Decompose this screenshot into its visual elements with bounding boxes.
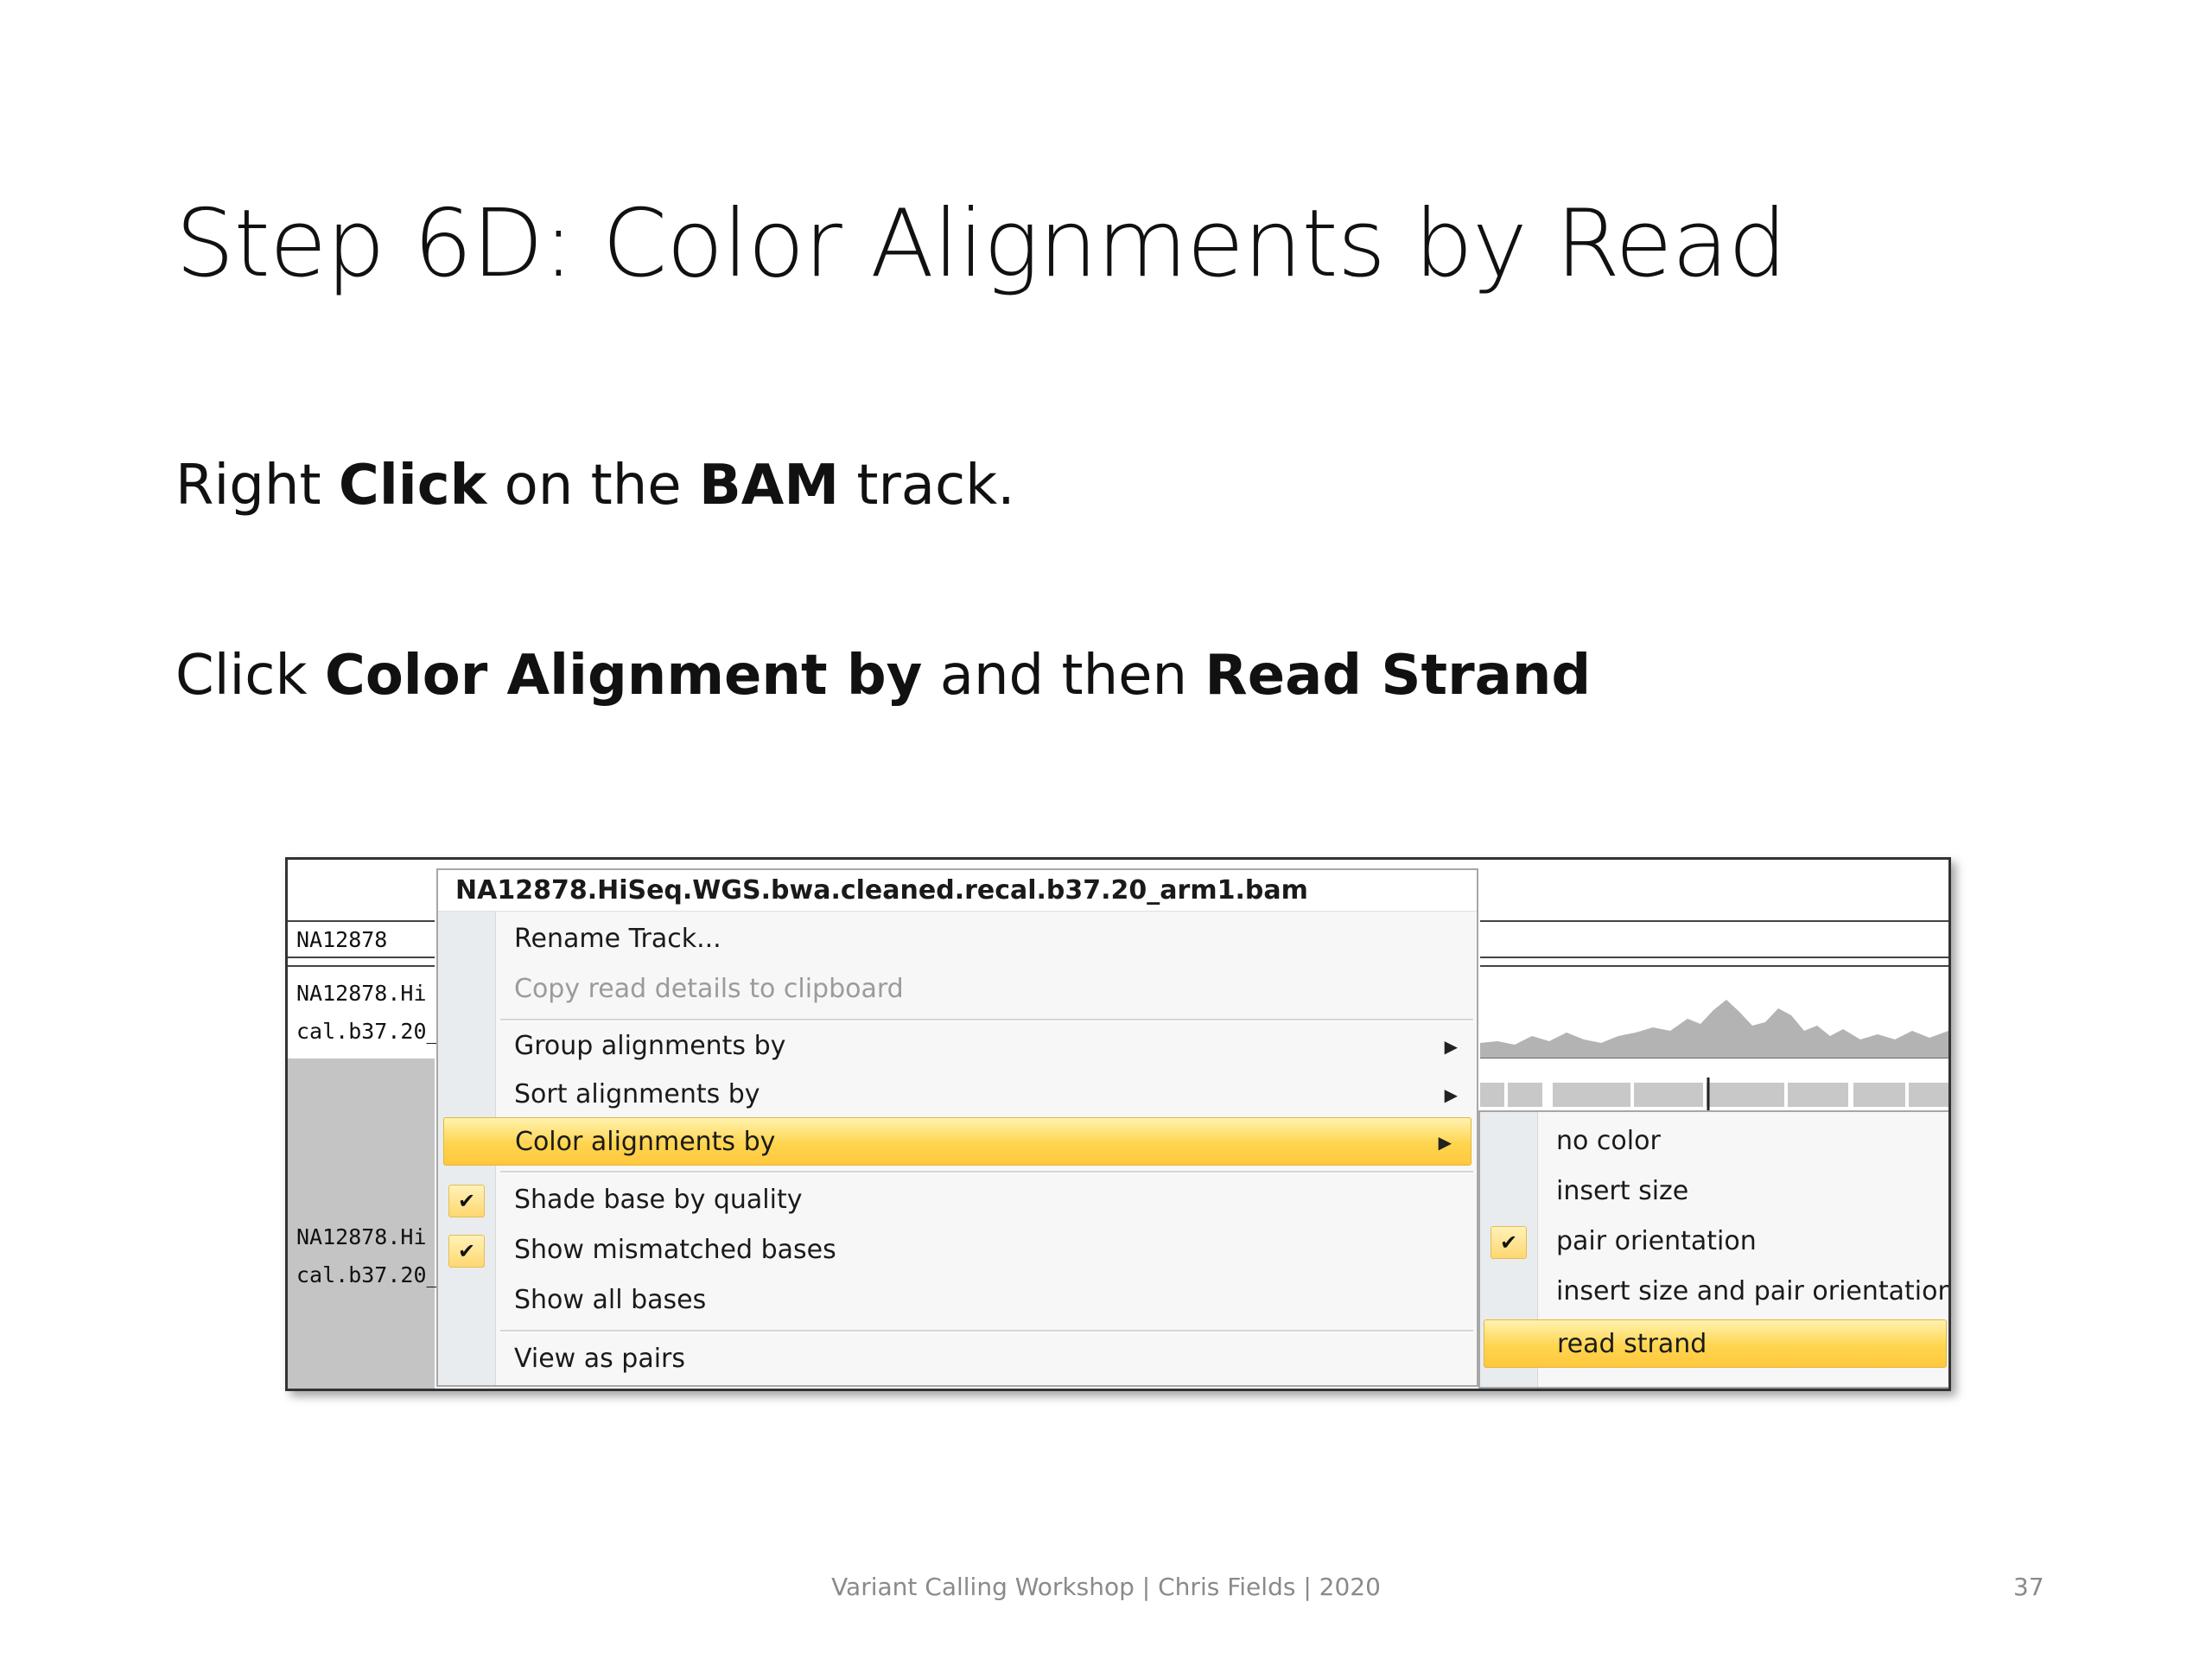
menu-item-sort-alignments-by[interactable]: Sort alignments by ▶: [438, 1071, 1477, 1119]
text: track.: [839, 454, 1015, 518]
menu-item-label: pair orientation: [1556, 1226, 1757, 1256]
menu-track-title: NA12878.HiSeq.WGS.bwa.cleaned.recal.b37.…: [438, 870, 1477, 912]
submenu-item-insert-size-and-pair-orientation[interactable]: insert size and pair orientation: [1480, 1268, 1951, 1316]
emphasis-color-alignment-by: Color Alignment by: [324, 644, 923, 708]
divider: [288, 957, 435, 958]
triangle-right-icon: ▶: [1444, 1084, 1458, 1105]
track-name-alignment-1[interactable]: NA12878.Hi: [296, 1224, 427, 1249]
slide-title: Step 6D: Color Alignments by Read: [175, 190, 1787, 298]
menu-item-label: no color: [1556, 1126, 1661, 1156]
menu-item-label: Group alignments by: [514, 1031, 786, 1061]
instruction-color-alignment: Click Color Alignment by and then Read S…: [175, 644, 1591, 708]
submenu-item-read-strand[interactable]: read strand: [1484, 1319, 1947, 1368]
track-context-menu: NA12878.HiSeq.WGS.bwa.cleaned.recal.b37.…: [436, 868, 1478, 1387]
menu-item-label: Copy read details to clipboard: [514, 974, 904, 1004]
menu-item-shade-base-by-quality[interactable]: ✔ Shade base by quality: [438, 1176, 1477, 1224]
track-name-sample[interactable]: NA12878: [296, 927, 387, 952]
divider: [288, 920, 435, 922]
text: on the: [486, 454, 699, 518]
alignment-track-name-area[interactable]: [288, 1058, 435, 1389]
text: and then: [922, 644, 1205, 708]
text: Right: [175, 454, 339, 518]
menu-item-group-alignments-by[interactable]: Group alignments by ▶: [438, 1022, 1477, 1071]
menu-item-label: Show mismatched bases: [514, 1235, 836, 1265]
menu-item-label: read strand: [1557, 1329, 1707, 1359]
menu-separator: [500, 1019, 1473, 1021]
coverage-track[interactable]: [1480, 946, 1948, 1058]
divider: [1480, 920, 1948, 922]
menu-item-view-as-pairs[interactable]: View as pairs: [438, 1335, 1477, 1383]
menu-item-label: Rename Track...: [514, 924, 721, 954]
slide-footer: Variant Calling Workshop | Chris Fields …: [831, 1573, 1381, 1601]
text: Click: [175, 644, 325, 708]
menu-item-label: Sort alignments by: [514, 1079, 760, 1109]
track-name-alignment-2[interactable]: cal.b37.20_: [296, 1262, 440, 1287]
menu-item-color-alignments-by[interactable]: Color alignments by ▶: [443, 1117, 1471, 1166]
menu-item-show-all-bases[interactable]: Show all bases: [438, 1276, 1477, 1325]
igv-screenshot: NA12878 NA12878.Hi cal.b37.20_ NA12878.H…: [285, 857, 1951, 1391]
menu-item-label: Color alignments by: [515, 1127, 776, 1157]
emphasis-read-strand: Read Strand: [1205, 644, 1592, 708]
check-icon: ✔: [448, 1185, 485, 1217]
submenu-item-insert-size[interactable]: insert size: [1480, 1167, 1948, 1216]
menu-separator: [500, 1330, 1473, 1332]
menu-item-show-mismatched-bases[interactable]: ✔ Show mismatched bases: [438, 1226, 1477, 1274]
menu-item-label: Show all bases: [514, 1285, 707, 1315]
check-icon: ✔: [1491, 1226, 1527, 1259]
emphasis-click: Click: [338, 454, 487, 518]
menu-item-label: View as pairs: [514, 1344, 686, 1374]
slide: Step 6D: Color Alignments by Read Right …: [0, 0, 2212, 1659]
menu-item-label: Shade base by quality: [514, 1185, 803, 1215]
page-number: 37: [2013, 1573, 2044, 1601]
track-name-coverage-2[interactable]: cal.b37.20_: [296, 1019, 440, 1044]
submenu-item-no-color[interactable]: no color: [1480, 1117, 1948, 1166]
color-alignments-submenu: no color insert size ✔ pair orientation …: [1478, 1110, 1951, 1389]
triangle-right-icon: ▶: [1438, 1132, 1452, 1153]
menu-item-copy-read-details: Copy read details to clipboard: [438, 965, 1477, 1014]
triangle-right-icon: ▶: [1444, 1036, 1458, 1057]
menu-item-rename-track[interactable]: Rename Track...: [438, 915, 1477, 963]
check-icon: ✔: [448, 1235, 485, 1268]
submenu-item-pair-orientation[interactable]: ✔ pair orientation: [1480, 1217, 1948, 1266]
menu-item-label: insert size: [1556, 1176, 1689, 1206]
divider: [288, 965, 435, 967]
track-name-panel: NA12878 NA12878.Hi cal.b37.20_ NA12878.H…: [288, 860, 440, 1389]
menu-item-label: insert size and pair orientation: [1556, 1276, 1951, 1306]
track-name-coverage-1[interactable]: NA12878.Hi: [296, 981, 427, 1006]
menu-separator: [500, 1171, 1473, 1173]
instruction-right-click: Right Click on the BAM track.: [175, 454, 1015, 518]
emphasis-bam: BAM: [699, 454, 839, 518]
